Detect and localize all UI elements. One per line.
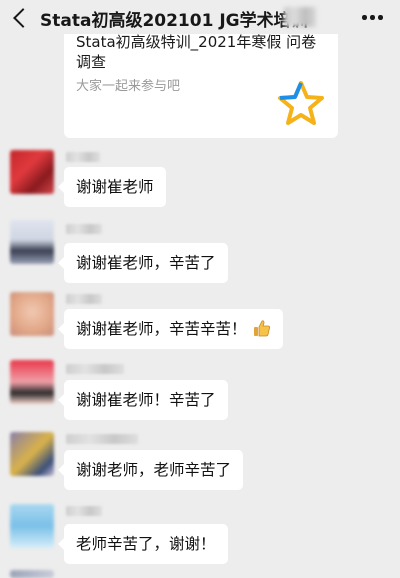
avatar[interactable]	[10, 432, 54, 476]
back-chevron-icon[interactable]	[13, 8, 33, 28]
avatar[interactable]	[10, 220, 54, 264]
message-bubble[interactable]: 谢谢老师，老师辛苦了	[57, 450, 244, 490]
message-bubble[interactable]: 老师辛苦了，谢谢！	[58, 524, 228, 564]
message-bubble[interactable]: 谢谢崔老师	[58, 167, 166, 207]
sender-name	[66, 434, 138, 444]
sender-name	[66, 152, 100, 162]
message-text: 谢谢老师，老师辛苦了	[76, 461, 232, 479]
avatar[interactable]	[10, 570, 54, 578]
star-icon	[278, 81, 324, 125]
chat-header: Stata初高级202101 JG学术培训	[0, 0, 400, 34]
sender-name	[66, 224, 102, 234]
avatar[interactable]	[10, 504, 54, 548]
chat-title: Stata初高级202101 JG学术培训	[40, 11, 308, 31]
avatar[interactable]	[10, 150, 54, 194]
sender-name	[66, 506, 102, 516]
card-title: Stata初高级特训_2021年寒假 问卷调查	[76, 33, 317, 71]
thumbs-up-icon	[253, 320, 270, 337]
message-text: 老师辛苦了，谢谢！	[76, 535, 216, 553]
avatar[interactable]	[10, 292, 54, 336]
title-blur-mask	[284, 7, 316, 27]
message-text: 谢谢崔老师	[76, 178, 154, 196]
message-bubble[interactable]: 谢谢崔老师，辛苦辛苦！	[58, 309, 283, 349]
message-text: 谢谢崔老师，辛苦了	[76, 254, 216, 272]
avatar[interactable]	[10, 360, 54, 404]
more-dots-icon[interactable]	[362, 15, 384, 21]
message-text: 谢谢崔老师，辛苦辛苦！	[76, 320, 247, 338]
message-text: 谢谢崔老师！辛苦了	[76, 391, 216, 409]
sender-name	[66, 364, 124, 374]
sender-name	[66, 294, 102, 304]
survey-card[interactable]: Stata初高级特训_2021年寒假 问卷调查 大家一起来参与吧	[64, 20, 338, 138]
message-bubble[interactable]: 谢谢崔老师，辛苦了	[58, 243, 228, 283]
card-subtitle: 大家一起来参与吧	[76, 79, 181, 94]
message-bubble[interactable]: 谢谢崔老师！辛苦了	[58, 380, 228, 420]
